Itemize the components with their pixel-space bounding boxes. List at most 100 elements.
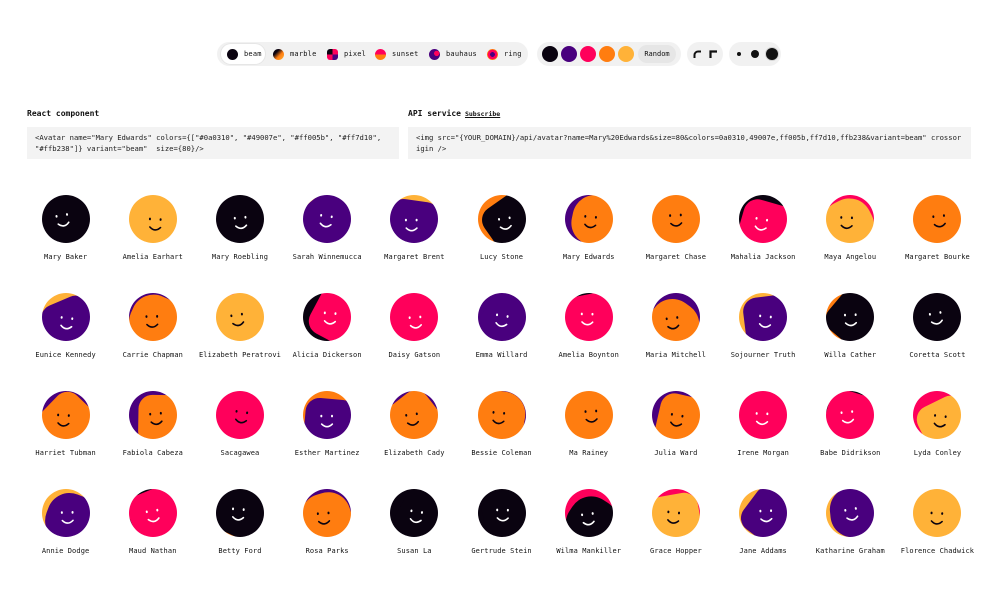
avatar-card[interactable]: Elizabeth Peratrovich <box>196 293 283 391</box>
avatar-name: Ma Rainey <box>569 449 609 457</box>
avatar-icon <box>303 195 352 243</box>
avatar-card[interactable]: Willa Cather <box>807 293 894 391</box>
avatar-card[interactable]: Sacagawea <box>196 391 283 489</box>
react-code-snippet[interactable]: <Avatar name="Mary Edwards" colors={["#0… <box>27 127 399 159</box>
size-large-button[interactable] <box>766 48 778 60</box>
avatar-card[interactable]: Mahalia Jackson <box>720 195 807 293</box>
avatar-card[interactable]: Bessie Coleman <box>458 391 545 489</box>
avatar-icon <box>564 489 613 537</box>
variant-beam-button[interactable]: beam <box>221 44 265 64</box>
avatar-card[interactable]: Lucy Stone <box>458 195 545 293</box>
avatar-card[interactable]: Rosa Parks <box>284 489 371 587</box>
avatar-name: Amelia Boynton <box>558 351 619 359</box>
avatar-name: Irene Morgan <box>737 449 789 457</box>
avatar-card[interactable]: Maria Mitchell <box>632 293 719 391</box>
avatar-name: Margaret Bourke <box>905 253 970 261</box>
avatar-card[interactable]: Irene Morgan <box>720 391 807 489</box>
avatar-icon <box>303 293 352 341</box>
avatar-card[interactable]: Grace Hopper <box>632 489 719 587</box>
avatar-name: Sojourner Truth <box>730 351 796 359</box>
avatar-icon <box>215 391 264 439</box>
avatar-name: Sarah Winnemucca <box>292 253 362 261</box>
avatar-grid: Mary Baker Amelia Earhart Mary Roebling Sar… <box>22 195 984 587</box>
avatar-card[interactable]: Margaret Brent <box>371 195 458 293</box>
avatar-card[interactable]: Wilma Mankiller <box>545 489 632 587</box>
size-medium-button[interactable] <box>751 50 759 58</box>
avatar-icon <box>390 293 439 341</box>
avatar-icon <box>215 195 264 243</box>
avatar-card[interactable]: Mary Roebling <box>196 195 283 293</box>
api-code-snippet[interactable]: <img src="{YOUR_DOMAIN}/api/avatar?name=… <box>408 127 971 159</box>
avatar-card[interactable]: Alicia Dickerson <box>284 293 371 391</box>
avatar-card[interactable]: Katharine Graham <box>807 489 894 587</box>
avatar-name: Harriet Tubman <box>35 449 96 457</box>
avatar-name: Amelia Earhart <box>122 253 183 261</box>
square-shape-button[interactable] <box>705 46 721 62</box>
avatar-card[interactable]: Betty Ford <box>196 489 283 587</box>
avatar-card[interactable]: Babe Didrikson <box>807 391 894 489</box>
color-swatch-4[interactable] <box>599 46 615 62</box>
avatar-card[interactable]: Ma Rainey <box>545 391 632 489</box>
size-small-button[interactable] <box>737 52 741 56</box>
random-button[interactable]: Random <box>638 45 676 63</box>
square-shape-icon <box>708 49 717 58</box>
avatar-card[interactable]: Sojourner Truth <box>720 293 807 391</box>
variant-label: bauhaus <box>446 50 477 58</box>
avatar-name: Esther Martinez <box>294 449 360 457</box>
avatar-card[interactable]: Elizabeth Cady <box>371 391 458 489</box>
variant-bauhaus-button[interactable]: bauhaus <box>423 44 479 64</box>
avatar-card[interactable]: Maya Angelou <box>807 195 894 293</box>
avatar-name: Gertrude Stein <box>471 547 532 555</box>
color-swatch-2[interactable] <box>561 46 577 62</box>
variant-marble-button[interactable]: marble <box>267 44 319 64</box>
variant-pixel-button[interactable]: pixel <box>321 44 367 64</box>
avatar-card[interactable]: Lyda Conley <box>894 391 981 489</box>
avatar-card[interactable]: Sarah Winnemucca <box>284 195 371 293</box>
avatar-icon <box>739 195 788 243</box>
avatar-card[interactable]: Fabiola Cabeza <box>109 391 196 489</box>
color-swatch-5[interactable] <box>618 46 634 62</box>
avatar-card[interactable]: Carrie Chapman <box>109 293 196 391</box>
avatar-card[interactable]: Esther Martinez <box>284 391 371 489</box>
avatar-card[interactable]: Julia Ward <box>632 391 719 489</box>
avatar-icon <box>477 391 526 439</box>
avatar-icon <box>739 489 788 537</box>
avatar-icon <box>651 293 700 341</box>
avatar-card[interactable]: Emma Willard <box>458 293 545 391</box>
avatar-icon <box>41 195 90 243</box>
avatar-icon <box>215 293 264 341</box>
subscribe-link[interactable]: Subscribe <box>465 110 500 118</box>
avatar-card[interactable]: Susan La <box>371 489 458 587</box>
avatar-card[interactable]: Harriet Tubman <box>22 391 109 489</box>
avatar-card[interactable]: Maud Nathan <box>109 489 196 587</box>
avatar-card[interactable]: Coretta Scott <box>894 293 981 391</box>
avatar-card[interactable]: Mary Baker <box>22 195 109 293</box>
avatar-card[interactable]: Amelia Earhart <box>109 195 196 293</box>
avatar-name: Mary Edwards <box>562 253 615 261</box>
variant-ring-button[interactable]: ring <box>481 44 525 64</box>
avatar-icon <box>913 489 962 537</box>
avatar-name: Sacagawea <box>220 449 260 457</box>
avatar-name: Florence Chadwick <box>900 547 975 555</box>
avatar-icon <box>477 489 526 537</box>
avatar-name: Mary Roebling <box>211 253 269 261</box>
avatar-card[interactable]: Florence Chadwick <box>894 489 981 587</box>
variant-sunset-button[interactable]: sunset <box>369 44 421 64</box>
avatar-name: Babe Didrikson <box>820 449 881 457</box>
avatar-card[interactable]: Jane Addams <box>720 489 807 587</box>
avatar-name: Willa Cather <box>824 351 877 359</box>
avatar-card[interactable]: Daisy Gatson <box>371 293 458 391</box>
avatar-card[interactable]: Mary Edwards <box>545 195 632 293</box>
avatar-card[interactable]: Gertrude Stein <box>458 489 545 587</box>
color-swatch-3[interactable] <box>580 46 596 62</box>
avatar-name: Eunice Kennedy <box>35 351 96 359</box>
avatar-card[interactable]: Eunice Kennedy <box>22 293 109 391</box>
avatar-icon <box>128 195 177 243</box>
avatar-card[interactable]: Amelia Boynton <box>545 293 632 391</box>
round-shape-button[interactable] <box>689 46 705 62</box>
avatar-card[interactable]: Annie Dodge <box>22 489 109 587</box>
color-swatch-1[interactable] <box>542 46 558 62</box>
avatar-card[interactable]: Margaret Bourke <box>894 195 981 293</box>
avatar-card[interactable]: Margaret Chase <box>632 195 719 293</box>
beam-icon <box>227 48 238 60</box>
